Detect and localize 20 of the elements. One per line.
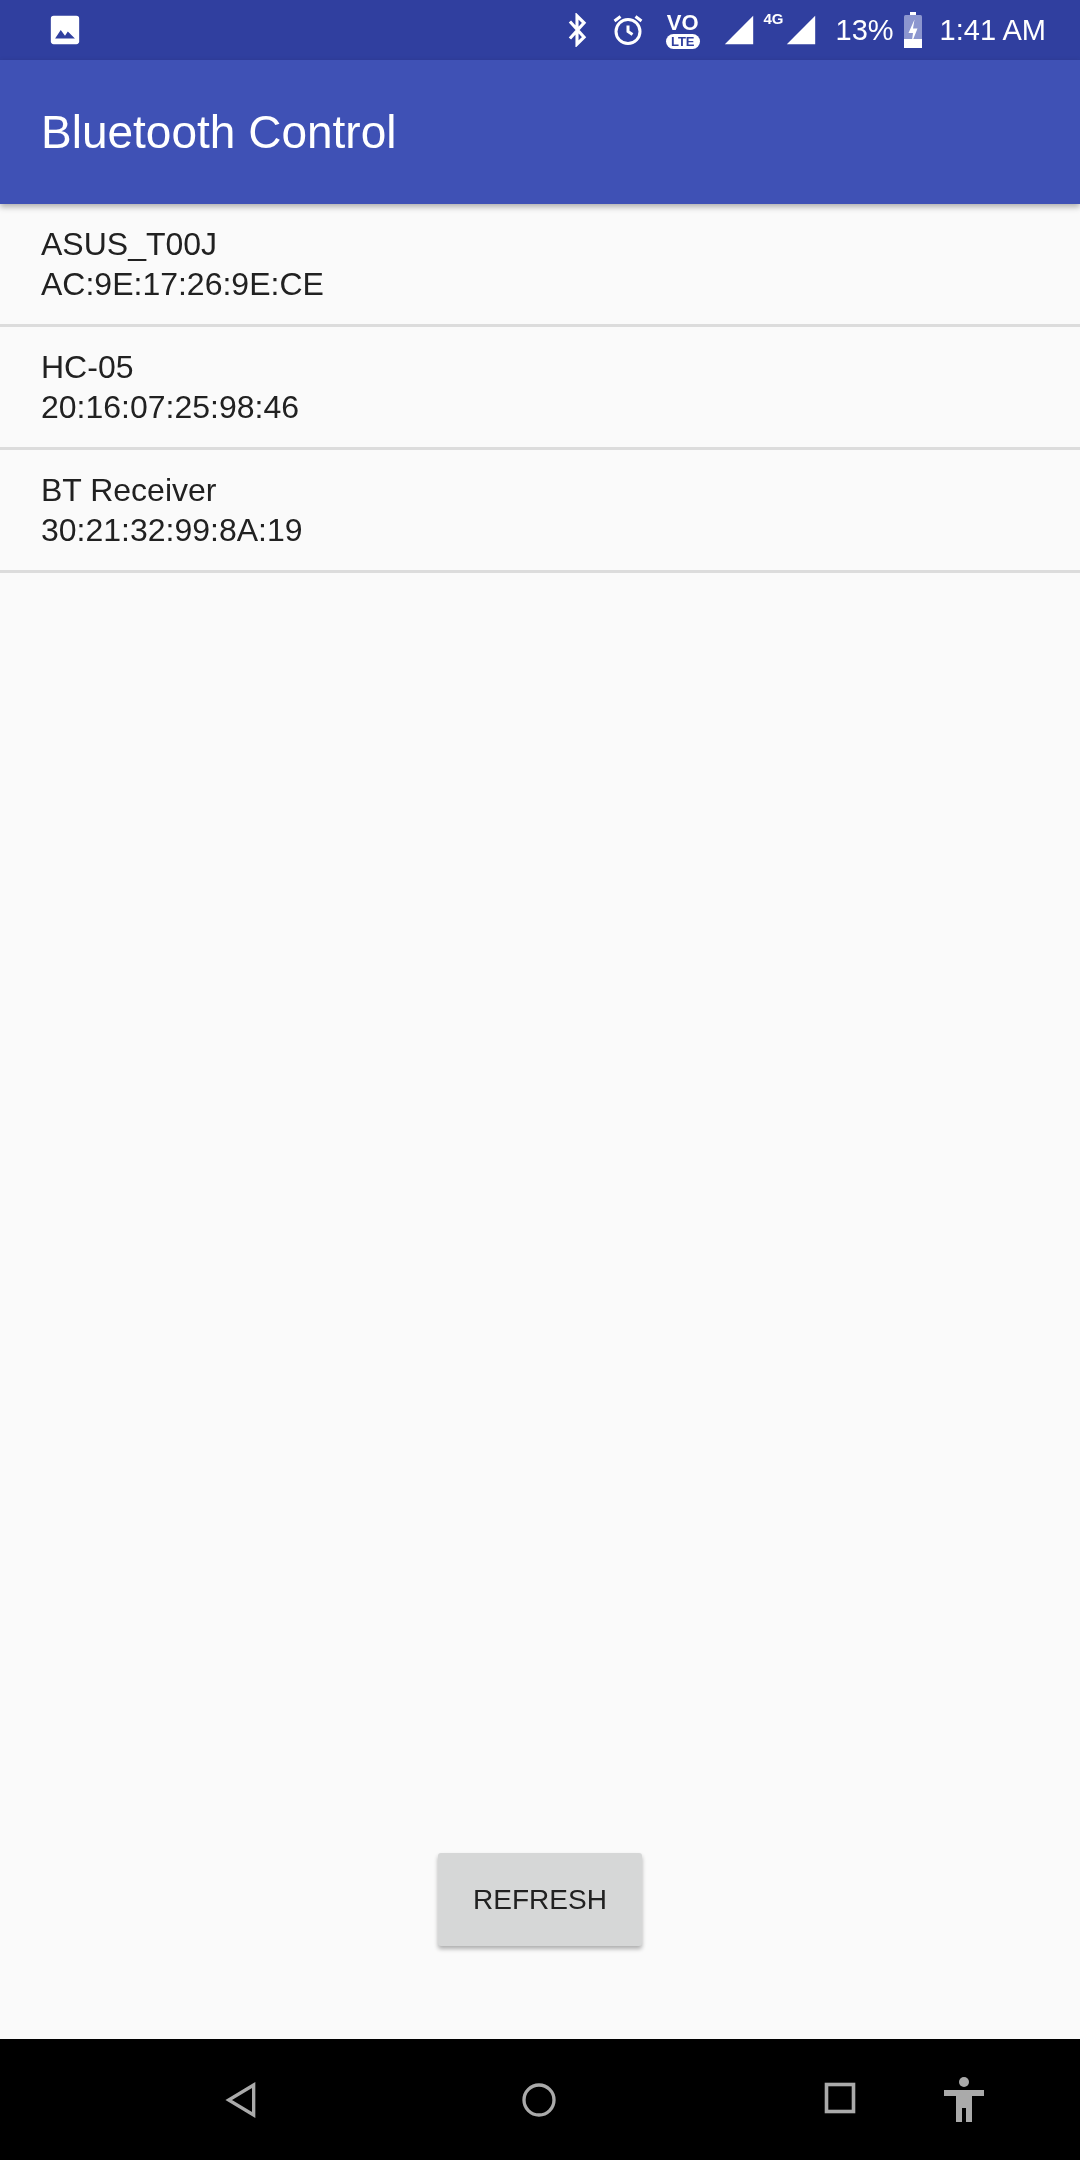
battery-charging-icon <box>903 12 922 48</box>
clock-time: 1:41 AM <box>939 13 1046 47</box>
device-address: 30:21:32:99:8A:19 <box>41 511 303 550</box>
recents-icon[interactable] <box>822 2080 858 2116</box>
volte-label: VO <box>666 11 699 34</box>
device-address: AC:9E:17:26:9E:CE <box>41 265 324 304</box>
battery-percent: 13% <box>835 13 894 47</box>
lte-badge: LTE <box>665 33 700 49</box>
device-list-item[interactable]: ASUS_T00J AC:9E:17:26:9E:CE <box>0 204 1080 327</box>
device-list-item[interactable]: BT Receiver 30:21:32:99:8A:19 <box>0 450 1080 573</box>
image-icon <box>48 13 82 47</box>
device-address: 20:16:07:25:98:46 <box>41 388 299 427</box>
network-type-label: 4G <box>763 10 784 27</box>
app-title: Bluetooth Control <box>41 105 397 159</box>
device-name: ASUS_T00J <box>41 225 218 264</box>
device-name: BT Receiver <box>41 471 217 510</box>
refresh-button[interactable]: REFRESH <box>438 1853 642 1946</box>
device-name: HC-05 <box>41 348 134 387</box>
home-icon[interactable] <box>519 2080 559 2120</box>
device-list-item[interactable]: HC-05 20:16:07:25:98:46 <box>0 327 1080 450</box>
